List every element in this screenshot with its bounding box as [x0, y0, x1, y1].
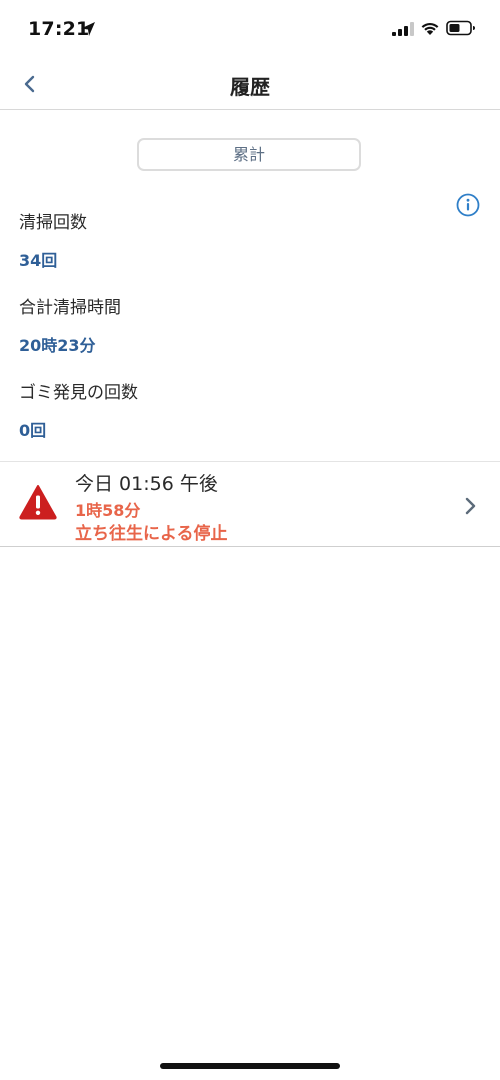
cleaning-count-value: 34回	[19, 251, 58, 270]
cumulative-tab-button[interactable]: 累計	[137, 138, 361, 171]
status-bar: 17:21	[0, 0, 500, 60]
battery-icon	[446, 20, 475, 36]
info-icon[interactable]	[456, 193, 480, 217]
location-arrow-icon	[81, 22, 95, 36]
cellular-signal-icon	[392, 22, 414, 36]
chevron-right-icon	[465, 497, 476, 515]
warning-icon	[19, 485, 57, 520]
history-date: 今日 01:56 午後	[75, 473, 218, 495]
total-cleaning-time-value: 20時23分	[19, 336, 96, 355]
history-screen: 17:21 履歴 累計 清掃回数 34回 合計清掃時間 20時23分 ゴミ発見の…	[0, 0, 500, 1080]
history-list-item[interactable]: 今日 01:56 午後 1時58分 立ち往生による停止	[0, 461, 500, 547]
page-title: 履歴	[230, 75, 270, 99]
total-cleaning-time-label: 合計清掃時間	[19, 298, 121, 318]
dirt-found-count-value: 0回	[19, 421, 47, 440]
nav-bar: 履歴	[0, 60, 500, 110]
history-duration: 1時58分	[75, 501, 141, 520]
cleaning-count-label: 清掃回数	[19, 213, 87, 233]
dirt-found-count-label: ゴミ発見の回数	[19, 383, 138, 403]
history-error-message: 立ち往生による停止	[75, 524, 228, 544]
wifi-icon	[421, 22, 439, 35]
home-indicator[interactable]	[160, 1063, 340, 1069]
